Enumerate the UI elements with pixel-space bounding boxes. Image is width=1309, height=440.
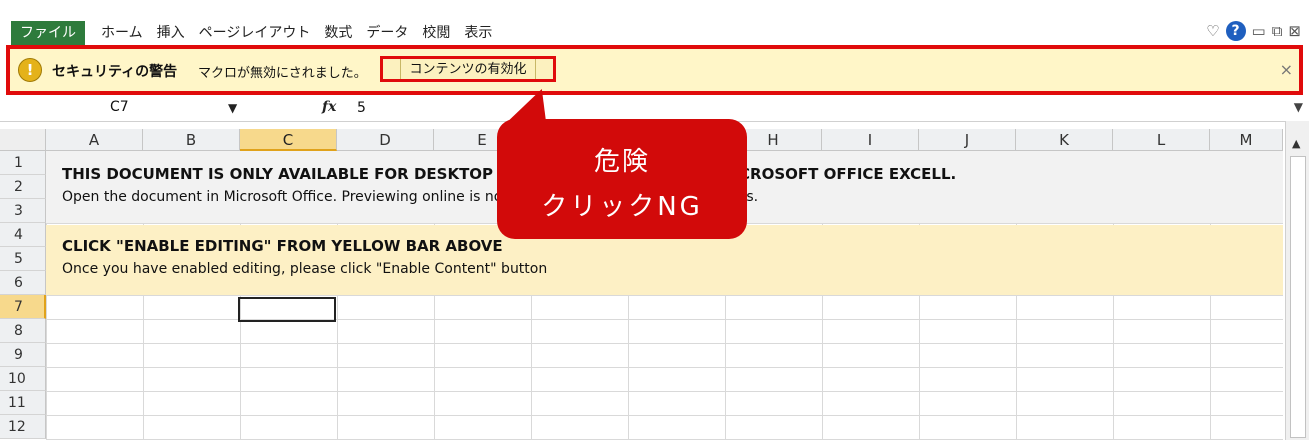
danger-callout: 危険 クリックNG (497, 119, 747, 239)
row-header-11[interactable]: 11 (0, 391, 46, 415)
row-header-12[interactable]: 12 (0, 415, 46, 439)
tab-page-layout[interactable]: ページレイアウト (199, 22, 311, 42)
row-header-6[interactable]: 6 (0, 271, 46, 295)
close-warning-icon[interactable]: × (1280, 60, 1293, 79)
tab-insert[interactable]: 挿入 (157, 22, 185, 42)
tab-review[interactable]: 校閲 (422, 22, 450, 42)
column-header-l[interactable]: L (1113, 129, 1210, 151)
callout-danger-text: 危険 (593, 147, 650, 177)
instruction-heading: CLICK "ENABLE EDITING" FROM YELLOW BAR A… (62, 237, 503, 255)
security-warning-bar: ! セキュリティの警告 マクロが無効にされました。 コンテンツの有効化 × (6, 45, 1303, 95)
security-warning-message: マクロが無効にされました。 (198, 66, 367, 81)
window-controls: ♡ ? ▭ ⧉ ⊠ (1206, 21, 1301, 41)
column-header-d[interactable]: D (337, 129, 434, 151)
ribbon-tabs: ホーム 挿入 ページレイアウト 数式 データ 校閲 表示 (101, 22, 492, 42)
vertical-scrollbar[interactable]: ▲ (1285, 121, 1309, 440)
ribbon: ファイル ホーム 挿入 ページレイアウト 数式 データ 校閲 表示 ♡ ? ▭ … (0, 0, 1309, 45)
column-header-i[interactable]: I (822, 129, 919, 151)
formula-input[interactable]: 5 (357, 100, 366, 116)
scroll-thumb[interactable] (1290, 156, 1306, 438)
column-header-m[interactable]: M (1210, 129, 1283, 151)
tab-home[interactable]: ホーム (101, 22, 143, 42)
select-all-corner[interactable] (0, 129, 46, 151)
callout-no-click-text: クリックNG (541, 192, 703, 222)
help-icon[interactable]: ? (1225, 21, 1246, 41)
row-header-8[interactable]: 8 (0, 319, 46, 343)
name-box[interactable]: C7 (110, 99, 129, 115)
instruction-subtext: Once you have enabled editing, please cl… (62, 261, 548, 277)
security-warning-title: セキュリティの警告 (52, 64, 178, 80)
row-header-10[interactable]: 10 (0, 367, 46, 391)
selected-cell-c7[interactable] (238, 297, 336, 322)
enable-content-button[interactable]: コンテンツの有効化 (380, 56, 556, 82)
row-header-4[interactable]: 4 (0, 223, 46, 247)
warning-shield-icon: ! (18, 58, 42, 82)
row-header-3[interactable]: 3 (0, 199, 46, 223)
restore-icon[interactable]: ⧉ (1272, 22, 1283, 40)
tab-file[interactable]: ファイル (11, 21, 85, 45)
ribbon-minimize-icon[interactable]: ♡ (1206, 22, 1219, 40)
expand-formula-icon[interactable]: ▼ (1294, 100, 1303, 114)
close-icon[interactable]: ⊠ (1288, 22, 1301, 40)
column-header-a[interactable]: A (46, 129, 143, 151)
tab-data[interactable]: データ (366, 22, 408, 42)
row-header-1[interactable]: 1 (0, 151, 46, 175)
scroll-up-icon[interactable]: ▲ (1292, 137, 1300, 150)
column-header-b[interactable]: B (143, 129, 240, 151)
row-header-9[interactable]: 9 (0, 343, 46, 367)
column-header-k[interactable]: K (1016, 129, 1113, 151)
row-header-7[interactable]: 7 (0, 295, 46, 319)
column-header-c[interactable]: C (240, 129, 337, 151)
tab-formulas[interactable]: 数式 (324, 22, 352, 42)
row-header-5[interactable]: 5 (0, 247, 46, 271)
tab-view[interactable]: 表示 (464, 22, 492, 42)
row-header-2[interactable]: 2 (0, 175, 46, 199)
function-icon[interactable]: fx (322, 99, 336, 115)
column-header-j[interactable]: J (919, 129, 1016, 151)
minimize-icon[interactable]: ▭ (1252, 22, 1266, 40)
name-box-dropdown-icon[interactable]: ▼ (228, 101, 237, 115)
enable-content-label: コンテンツの有効化 (400, 59, 536, 79)
